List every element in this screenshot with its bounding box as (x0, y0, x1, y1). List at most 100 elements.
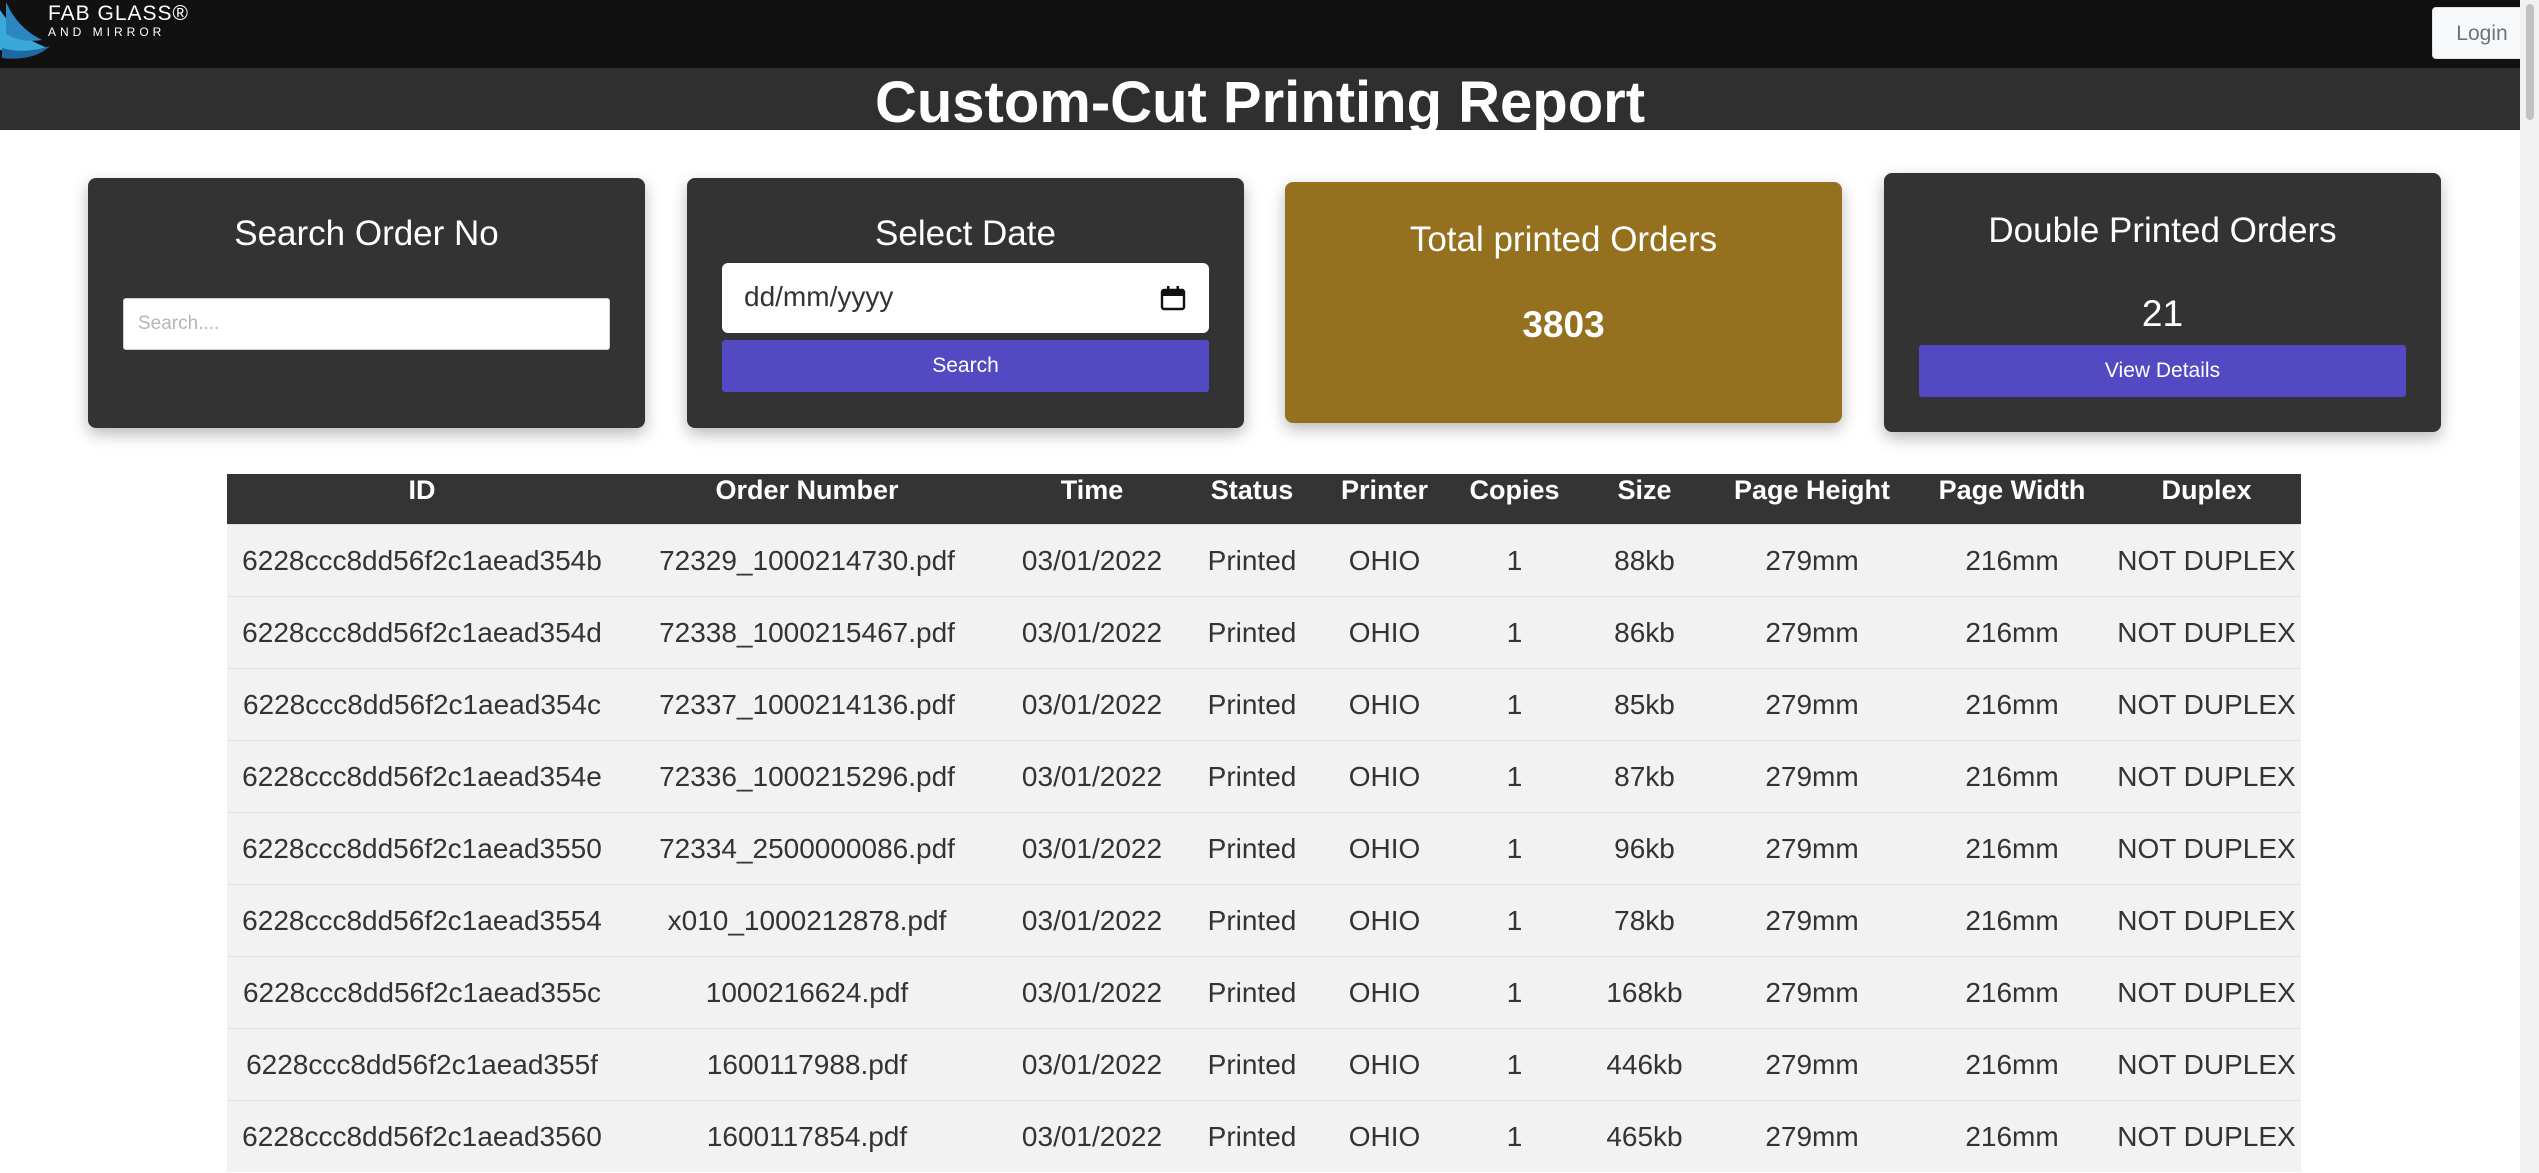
brand-name: FAB GLASS® (48, 2, 190, 25)
column-header-printer[interactable]: Printer (1317, 474, 1452, 525)
cell-size: 96kb (1577, 812, 1712, 885)
cell-id: 6228ccc8dd56f2c1aead354b (227, 524, 617, 597)
date-input[interactable]: dd/mm/yyyy (722, 263, 1209, 333)
calendar-icon[interactable] (1160, 285, 1186, 311)
cell-copies: 1 (1452, 524, 1577, 597)
double-printed-card: Double Printed Orders 21 View Details (1884, 173, 2441, 432)
cell-duplex: NOT DUPLEX (2112, 1028, 2301, 1101)
cell-printer: OHIO (1317, 956, 1452, 1029)
cell-id: 6228ccc8dd56f2c1aead354d (227, 596, 617, 669)
column-header-duplex[interactable]: Duplex (2112, 474, 2301, 525)
cell-page-height: 279mm (1712, 668, 1912, 741)
top-navbar: FAB GLASS® AND MIRROR Login (0, 0, 2532, 68)
table-row[interactable]: 6228ccc8dd56f2c1aead355f 1600117988.pdf 03… (227, 1028, 2301, 1101)
double-printed-title: Double Printed Orders (1988, 211, 2337, 250)
column-header-id[interactable]: ID (227, 474, 617, 525)
cell-page-width: 216mm (1912, 1100, 2112, 1172)
cell-printer: OHIO (1317, 740, 1452, 813)
page-scrollbar[interactable] (2520, 0, 2539, 1173)
cell-time: 03/01/2022 (997, 1028, 1187, 1101)
cell-order-number: 72334_2500000086.pdf (617, 812, 997, 885)
column-header-time[interactable]: Time (997, 474, 1187, 525)
cell-copies: 1 (1452, 1028, 1577, 1101)
cell-time: 03/01/2022 (997, 956, 1187, 1029)
cell-order-number: 72336_1000215296.pdf (617, 740, 997, 813)
view-details-button[interactable]: View Details (1919, 345, 2406, 397)
total-printed-card: Total printed Orders 3803 (1285, 182, 1842, 423)
cell-duplex: NOT DUPLEX (2112, 884, 2301, 957)
cell-printer: OHIO (1317, 524, 1452, 597)
select-date-title: Select Date (875, 214, 1056, 253)
cell-page-width: 216mm (1912, 596, 2112, 669)
table-row[interactable]: 6228ccc8dd56f2c1aead354b 72329_1000214730… (227, 524, 2301, 597)
cell-page-width: 216mm (1912, 812, 2112, 885)
title-banner: Custom-Cut Printing Report (0, 68, 2520, 130)
cell-status: Printed (1187, 668, 1317, 741)
table-row[interactable]: 6228ccc8dd56f2c1aead354d 72338_1000215467… (227, 596, 2301, 669)
cell-printer: OHIO (1317, 596, 1452, 669)
cell-duplex: NOT DUPLEX (2112, 1100, 2301, 1172)
select-date-card: Select Date dd/mm/yyyy Search (687, 178, 1244, 428)
cell-size: 465kb (1577, 1100, 1712, 1172)
total-printed-value: 3803 (1522, 304, 1605, 345)
cell-page-width: 216mm (1912, 740, 2112, 813)
table-row[interactable]: 6228ccc8dd56f2c1aead3550 72334_2500000086… (227, 812, 2301, 885)
cell-order-number: 1600117988.pdf (617, 1028, 997, 1101)
cell-printer: OHIO (1317, 812, 1452, 885)
login-button[interactable]: Login (2432, 7, 2532, 59)
cell-time: 03/01/2022 (997, 884, 1187, 957)
cell-order-number: 72337_1000214136.pdf (617, 668, 997, 741)
cell-printer: OHIO (1317, 1100, 1452, 1172)
scrollbar-thumb[interactable] (2526, 4, 2534, 120)
cell-copies: 1 (1452, 956, 1577, 1029)
search-order-card: Search Order No (88, 178, 645, 428)
search-order-title: Search Order No (234, 214, 499, 253)
cell-size: 78kb (1577, 884, 1712, 957)
cell-page-width: 216mm (1912, 1028, 2112, 1101)
brand-logo[interactable]: FAB GLASS® AND MIRROR (0, 0, 200, 60)
table-row[interactable]: 6228ccc8dd56f2c1aead355c 1000216624.pdf 03… (227, 956, 2301, 1029)
cell-id: 6228ccc8dd56f2c1aead3554 (227, 884, 617, 957)
cell-duplex: NOT DUPLEX (2112, 956, 2301, 1029)
cell-size: 446kb (1577, 1028, 1712, 1101)
cell-id: 6228ccc8dd56f2c1aead355c (227, 956, 617, 1029)
cell-page-height: 279mm (1712, 1100, 1912, 1172)
cell-size: 168kb (1577, 956, 1712, 1029)
table-row[interactable]: 6228ccc8dd56f2c1aead3560 1600117854.pdf 03… (227, 1100, 2301, 1172)
double-printed-value: 21 (2141, 293, 2184, 334)
total-printed-title: Total printed Orders (1409, 220, 1718, 259)
table-row[interactable]: 6228ccc8dd56f2c1aead3554 x010_1000212878.… (227, 884, 2301, 957)
search-order-input[interactable] (123, 298, 610, 350)
cell-id: 6228ccc8dd56f2c1aead355f (227, 1028, 617, 1101)
table-row[interactable]: 6228ccc8dd56f2c1aead354c 72337_1000214136… (227, 668, 2301, 741)
column-header-page-width[interactable]: Page Width (1912, 474, 2112, 525)
column-header-order-number[interactable]: Order Number (617, 474, 997, 525)
cell-status: Printed (1187, 812, 1317, 885)
cell-copies: 1 (1452, 1100, 1577, 1172)
cell-printer: OHIO (1317, 1028, 1452, 1101)
cell-status: Printed (1187, 1028, 1317, 1101)
cell-page-width: 216mm (1912, 884, 2112, 957)
cell-page-height: 279mm (1712, 884, 1912, 957)
cell-page-width: 216mm (1912, 668, 2112, 741)
search-date-button[interactable]: Search (722, 340, 1209, 392)
cell-id: 6228ccc8dd56f2c1aead354c (227, 668, 617, 741)
cell-size: 86kb (1577, 596, 1712, 669)
cell-time: 03/01/2022 (997, 1100, 1187, 1172)
cell-page-width: 216mm (1912, 524, 2112, 597)
cell-status: Printed (1187, 524, 1317, 597)
cell-copies: 1 (1452, 884, 1577, 957)
cell-time: 03/01/2022 (997, 668, 1187, 741)
cell-order-number: 1600117854.pdf (617, 1100, 997, 1172)
brand-tagline: AND MIRROR (48, 25, 166, 39)
column-header-status[interactable]: Status (1187, 474, 1317, 525)
column-header-page-height[interactable]: Page Height (1712, 474, 1912, 525)
cell-copies: 1 (1452, 668, 1577, 741)
table-row[interactable]: 6228ccc8dd56f2c1aead354e 72336_1000215296… (227, 740, 2301, 813)
cell-duplex: NOT DUPLEX (2112, 596, 2301, 669)
column-header-copies[interactable]: Copies (1452, 474, 1577, 525)
cell-id: 6228ccc8dd56f2c1aead3560 (227, 1100, 617, 1172)
column-header-size[interactable]: Size (1577, 474, 1712, 525)
page-title: Custom-Cut Printing Report (874, 70, 1646, 130)
cell-copies: 1 (1452, 812, 1577, 885)
